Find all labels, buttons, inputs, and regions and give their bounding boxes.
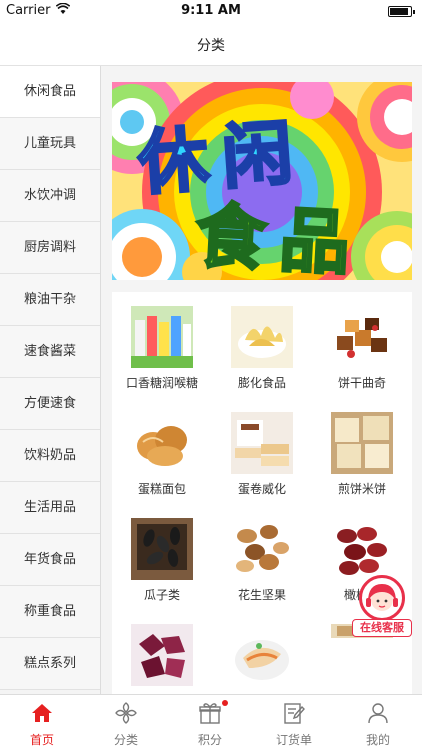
sidebar-item[interactable]: 年货食品 (0, 534, 100, 586)
sidebar-item[interactable]: 水饮冲调 (0, 170, 100, 222)
gift-icon (199, 703, 221, 724)
tab-label: 积分 (197, 733, 222, 747)
subcategory-item[interactable]: 蛋糕面包 (112, 398, 212, 504)
dates-image (331, 518, 393, 580)
rice-cracker-image (331, 412, 393, 474)
tab-label: 首页 (29, 733, 54, 747)
user-icon (368, 703, 388, 724)
sidebar-item[interactable]: 粮油干杂 (0, 274, 100, 326)
notification-badge (222, 700, 228, 706)
subcategory-item[interactable]: 膨化食品 (212, 292, 312, 398)
subcategory-label: 饼干曲奇 (337, 376, 386, 390)
sidebar-item[interactable]: 速食酱菜 (0, 326, 100, 378)
online-service-label: 在线客服 (352, 619, 412, 637)
subcategory-label: 蛋卷威化 (237, 482, 286, 496)
customer-service-avatar-icon (359, 575, 405, 621)
sidebar-item[interactable]: 方便速食 (0, 378, 100, 430)
tab-points[interactable]: 积分 (168, 695, 252, 750)
subcategory-label: 瓜子类 (143, 588, 180, 602)
snack-plate-image (231, 624, 293, 686)
sidebar-item[interactable]: 饮料奶品 (0, 430, 100, 482)
tab-orders[interactable]: 订货单 (252, 695, 336, 750)
page-title: 分类 (197, 38, 225, 54)
sidebar-item[interactable]: 生活用品 (0, 482, 100, 534)
subcategory-item[interactable]: 花生坚果 (212, 504, 312, 610)
sidebar-item[interactable]: 休闲食品 (0, 66, 100, 118)
tab-category[interactable]: 分类 (84, 695, 168, 750)
sidebar-item[interactable]: 儿童玩具 (0, 118, 100, 170)
wafer-rolls-image (231, 412, 293, 474)
subcategory-label: 煎饼米饼 (337, 482, 386, 496)
banner-title-line2: 食品 (192, 193, 367, 280)
subcategory-item[interactable] (212, 610, 312, 694)
home-icon (32, 704, 52, 722)
tab-home[interactable]: 首页 (0, 695, 84, 750)
tab-label: 订货单 (275, 733, 312, 747)
subcategory-item[interactable]: 口香糖润喉糖 (112, 292, 212, 398)
seeds-image (131, 518, 193, 580)
tab-profile[interactable]: 我的 (336, 695, 420, 750)
order-list-icon (284, 703, 305, 724)
tab-bar: 首页 分类 积分 订货单 我的 (0, 694, 422, 750)
dried-fruit-image (131, 624, 193, 686)
subcategory-label: 花生坚果 (237, 588, 286, 602)
sidebar-item[interactable]: 称重食品 (0, 586, 100, 638)
status-bar: Carrier 9:11 AM (0, 0, 422, 22)
navigation-bar: 分类 (0, 22, 422, 66)
clock: 9:11 AM (181, 3, 241, 18)
puffed-food-image (231, 306, 293, 368)
gum-candy-image (131, 306, 193, 368)
category-sidebar: 休闲食品 儿童玩具 水饮冲调 厨房调料 粮油干杂 速食酱菜 方便速食 饮料奶品 … (0, 66, 101, 694)
subcategory-label: 膨化食品 (237, 376, 286, 390)
sidebar-item[interactable]: 糕点系列 (0, 638, 100, 690)
sidebar-item[interactable]: 厨房调料 (0, 222, 100, 274)
tab-label: 我的 (365, 733, 390, 747)
battery-icon (388, 6, 415, 17)
category-icon (115, 702, 137, 724)
subcategory-item[interactable]: 瓜子类 (112, 504, 212, 610)
subcategory-label: 蛋糕面包 (137, 482, 186, 496)
subcategory-label: 口香糖润喉糖 (125, 376, 198, 390)
category-banner[interactable]: 休闲 食品 (112, 82, 412, 280)
nuts-image (231, 518, 293, 580)
subcategory-item[interactable] (112, 610, 212, 694)
subcategory-item[interactable]: 煎饼米饼 (312, 398, 412, 504)
bread-image (131, 412, 193, 474)
subcategory-item[interactable]: 饼干曲奇 (312, 292, 412, 398)
subcategory-item[interactable]: 蛋卷威化 (212, 398, 312, 504)
tab-label: 分类 (113, 733, 138, 747)
online-service-button[interactable]: 在线客服 (352, 575, 412, 643)
cookies-image (331, 306, 393, 368)
